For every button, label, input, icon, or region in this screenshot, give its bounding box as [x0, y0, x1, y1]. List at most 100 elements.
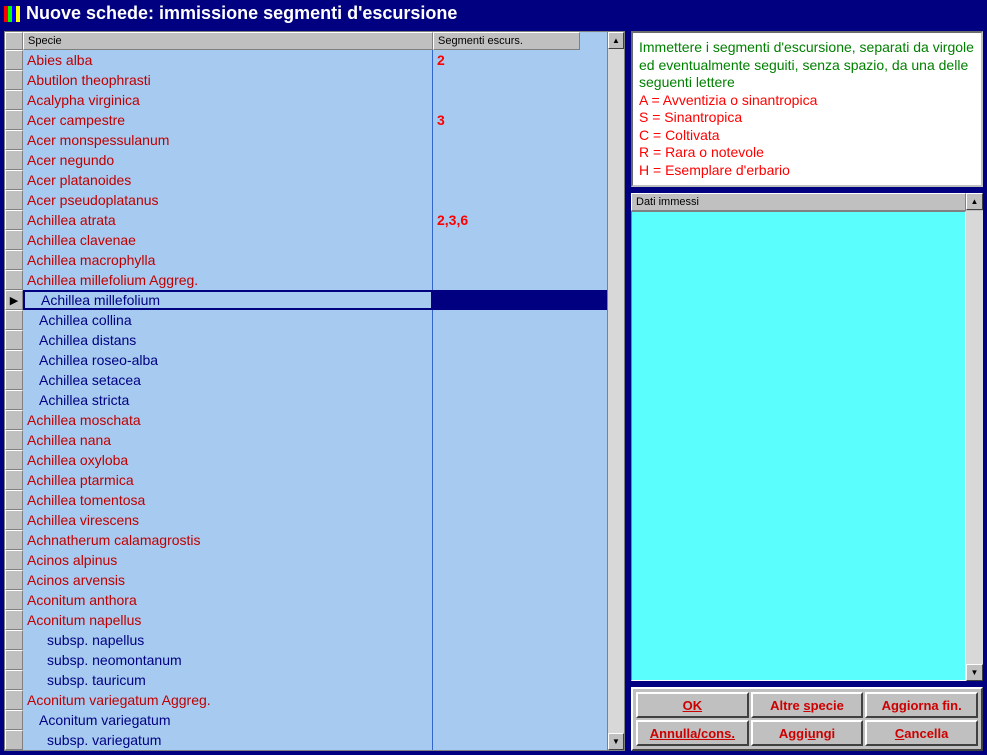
- table-row[interactable]: Acer monspessulanum: [23, 130, 607, 150]
- dati-scroll-track[interactable]: [966, 211, 983, 664]
- specie-cell[interactable]: Achillea collina: [23, 310, 433, 330]
- row-selector[interactable]: [5, 510, 23, 530]
- table-row[interactable]: Acer negundo: [23, 150, 607, 170]
- specie-cell[interactable]: Acalypha virginica: [23, 90, 433, 110]
- row-selector[interactable]: [5, 550, 23, 570]
- column-header-specie[interactable]: Specie: [23, 32, 433, 50]
- row-selector[interactable]: [5, 330, 23, 350]
- row-selector[interactable]: [5, 490, 23, 510]
- altre-specie-button[interactable]: Altre specie: [751, 692, 864, 718]
- segmenti-cell[interactable]: [433, 270, 580, 290]
- row-selector[interactable]: [5, 470, 23, 490]
- segmenti-cell[interactable]: [433, 170, 580, 190]
- row-selector[interactable]: [5, 310, 23, 330]
- segmenti-cell[interactable]: [433, 730, 580, 750]
- table-row[interactable]: Achillea setacea: [23, 370, 607, 390]
- table-row[interactable]: subsp. napellus: [23, 630, 607, 650]
- row-selector[interactable]: [5, 250, 23, 270]
- segmenti-cell[interactable]: [433, 150, 580, 170]
- specie-cell[interactable]: Achillea stricta: [23, 390, 433, 410]
- row-selector[interactable]: [5, 150, 23, 170]
- segmenti-cell[interactable]: [433, 330, 580, 350]
- specie-cell[interactable]: Achillea distans: [23, 330, 433, 350]
- row-selector[interactable]: [5, 410, 23, 430]
- specie-cell[interactable]: Achillea setacea: [23, 370, 433, 390]
- segmenti-cell[interactable]: [433, 650, 580, 670]
- specie-cell[interactable]: Aconitum variegatum Aggreg.: [23, 690, 433, 710]
- table-row[interactable]: Achillea atrata2,3,6: [23, 210, 607, 230]
- scroll-down-button[interactable]: ▼: [608, 733, 624, 750]
- row-selector-header[interactable]: [5, 32, 23, 50]
- segmenti-cell[interactable]: [433, 530, 580, 550]
- table-row[interactable]: Achillea roseo-alba: [23, 350, 607, 370]
- table-row[interactable]: Achillea distans: [23, 330, 607, 350]
- segmenti-cell[interactable]: 2: [433, 50, 580, 70]
- specie-cell[interactable]: Achillea roseo-alba: [23, 350, 433, 370]
- specie-cell[interactable]: Achillea millefolium: [23, 290, 433, 310]
- specie-cell[interactable]: Achillea tomentosa: [23, 490, 433, 510]
- segmenti-cell[interactable]: [433, 590, 580, 610]
- row-selector[interactable]: [5, 570, 23, 590]
- table-row[interactable]: Achillea virescens: [23, 510, 607, 530]
- segmenti-cell[interactable]: [433, 390, 580, 410]
- segmenti-cell[interactable]: [433, 230, 580, 250]
- species-grid[interactable]: ▶ Specie Segmenti escurs. Abies alba2Abu…: [4, 31, 625, 751]
- row-selector[interactable]: [5, 230, 23, 250]
- specie-cell[interactable]: subsp. variegatum: [23, 730, 433, 750]
- scroll-track[interactable]: [608, 49, 624, 733]
- segmenti-cell[interactable]: [433, 410, 580, 430]
- segmenti-cell[interactable]: [433, 370, 580, 390]
- segmenti-cell[interactable]: 2,3,6: [433, 210, 580, 230]
- column-header-segmenti[interactable]: Segmenti escurs.: [433, 32, 580, 50]
- row-selector[interactable]: [5, 590, 23, 610]
- table-row[interactable]: Achillea macrophylla: [23, 250, 607, 270]
- row-selector[interactable]: [5, 530, 23, 550]
- segmenti-cell[interactable]: [433, 290, 580, 310]
- table-row[interactable]: Achillea millefolium: [23, 290, 607, 310]
- specie-cell[interactable]: Achillea moschata: [23, 410, 433, 430]
- segmenti-cell[interactable]: [433, 130, 580, 150]
- specie-cell[interactable]: subsp. tauricum: [23, 670, 433, 690]
- segmenti-cell[interactable]: [433, 550, 580, 570]
- specie-cell[interactable]: Acer pseudoplatanus: [23, 190, 433, 210]
- table-row[interactable]: Acinos arvensis: [23, 570, 607, 590]
- row-selector[interactable]: [5, 430, 23, 450]
- row-selector[interactable]: [5, 70, 23, 90]
- segmenti-cell[interactable]: [433, 70, 580, 90]
- titlebar[interactable]: Nuove schede: immissione segmenti d'escu…: [0, 0, 987, 27]
- segmenti-cell[interactable]: [433, 350, 580, 370]
- specie-cell[interactable]: subsp. neomontanum: [23, 650, 433, 670]
- row-selector[interactable]: [5, 610, 23, 630]
- annulla-cons-button[interactable]: Annulla/cons.: [636, 720, 749, 746]
- table-row[interactable]: subsp. tauricum: [23, 670, 607, 690]
- specie-cell[interactable]: Acer negundo: [23, 150, 433, 170]
- specie-cell[interactable]: Achillea millefolium Aggreg.: [23, 270, 433, 290]
- table-row[interactable]: Aconitum variegatum Aggreg.: [23, 690, 607, 710]
- specie-cell[interactable]: Achillea clavenae: [23, 230, 433, 250]
- table-row[interactable]: Achnatherum calamagrostis: [23, 530, 607, 550]
- segmenti-cell[interactable]: [433, 190, 580, 210]
- table-row[interactable]: subsp. neomontanum: [23, 650, 607, 670]
- segmenti-cell[interactable]: [433, 610, 580, 630]
- row-selector[interactable]: [5, 390, 23, 410]
- row-selector[interactable]: [5, 270, 23, 290]
- table-row[interactable]: Aconitum variegatum: [23, 710, 607, 730]
- dati-scrollbar[interactable]: ▼: [966, 211, 983, 681]
- row-selector[interactable]: [5, 630, 23, 650]
- specie-cell[interactable]: Achillea macrophylla: [23, 250, 433, 270]
- row-selector[interactable]: [5, 90, 23, 110]
- row-selector[interactable]: [5, 650, 23, 670]
- specie-cell[interactable]: Acer campestre: [23, 110, 433, 130]
- table-row[interactable]: Achillea tomentosa: [23, 490, 607, 510]
- segmenti-cell[interactable]: [433, 450, 580, 470]
- segmenti-cell[interactable]: [433, 570, 580, 590]
- row-selector[interactable]: [5, 210, 23, 230]
- segmenti-cell[interactable]: [433, 690, 580, 710]
- segmenti-cell[interactable]: [433, 310, 580, 330]
- table-row[interactable]: Achillea millefolium Aggreg.: [23, 270, 607, 290]
- specie-cell[interactable]: Achnatherum calamagrostis: [23, 530, 433, 550]
- table-row[interactable]: Acer pseudoplatanus: [23, 190, 607, 210]
- table-row[interactable]: Abies alba2: [23, 50, 607, 70]
- row-selector[interactable]: [5, 690, 23, 710]
- specie-cell[interactable]: Achillea virescens: [23, 510, 433, 530]
